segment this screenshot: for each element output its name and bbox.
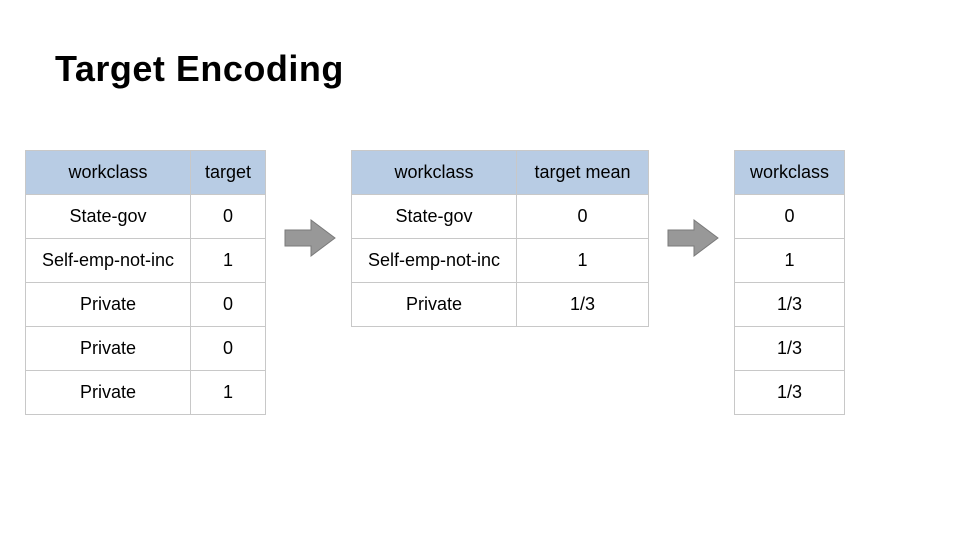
cell: Self-emp-not-inc (26, 239, 191, 283)
col-header: workclass (352, 151, 517, 195)
table-header-row: workclass target (26, 151, 266, 195)
cell: State-gov (26, 195, 191, 239)
cell: 1/3 (735, 283, 845, 327)
cell: 1 (517, 239, 649, 283)
table-row: Private 0 (26, 327, 266, 371)
cell: State-gov (352, 195, 517, 239)
cell: Private (26, 327, 191, 371)
cell: 0 (191, 283, 266, 327)
source-table: workclass target State-gov 0 Self-emp-no… (25, 150, 266, 415)
col-header: workclass (735, 151, 845, 195)
cell: 1 (191, 371, 266, 415)
table-row: 1/3 (735, 283, 845, 327)
cell: 0 (191, 327, 266, 371)
cell: Private (352, 283, 517, 327)
table-row: 1/3 (735, 327, 845, 371)
page-title: Target Encoding (55, 48, 344, 90)
col-header: workclass (26, 151, 191, 195)
table-row: Private 1/3 (352, 283, 649, 327)
table-row: Private 0 (26, 283, 266, 327)
table-header-row: workclass target mean (352, 151, 649, 195)
arrow-icon (266, 150, 351, 326)
table-header-row: workclass (735, 151, 845, 195)
cell: Self-emp-not-inc (352, 239, 517, 283)
cell: 1 (735, 239, 845, 283)
table-row: Self-emp-not-inc 1 (352, 239, 649, 283)
cell: Private (26, 283, 191, 327)
table-row: 1/3 (735, 371, 845, 415)
cell: 1/3 (735, 327, 845, 371)
cell: 1 (191, 239, 266, 283)
cell: 1/3 (735, 371, 845, 415)
diagram-content: workclass target State-gov 0 Self-emp-no… (25, 150, 845, 415)
col-header: target mean (517, 151, 649, 195)
table-row: Private 1 (26, 371, 266, 415)
table-row: State-gov 0 (26, 195, 266, 239)
aggregate-table: workclass target mean State-gov 0 Self-e… (351, 150, 649, 327)
table-row: Self-emp-not-inc 1 (26, 239, 266, 283)
cell: 0 (191, 195, 266, 239)
cell: Private (26, 371, 191, 415)
table-row: State-gov 0 (352, 195, 649, 239)
table-row: 1 (735, 239, 845, 283)
cell: 1/3 (517, 283, 649, 327)
table-row: 0 (735, 195, 845, 239)
col-header: target (191, 151, 266, 195)
arrow-icon (649, 150, 734, 326)
cell: 0 (517, 195, 649, 239)
encoded-table: workclass 0 1 1/3 1/3 1/3 (734, 150, 845, 415)
cell: 0 (735, 195, 845, 239)
